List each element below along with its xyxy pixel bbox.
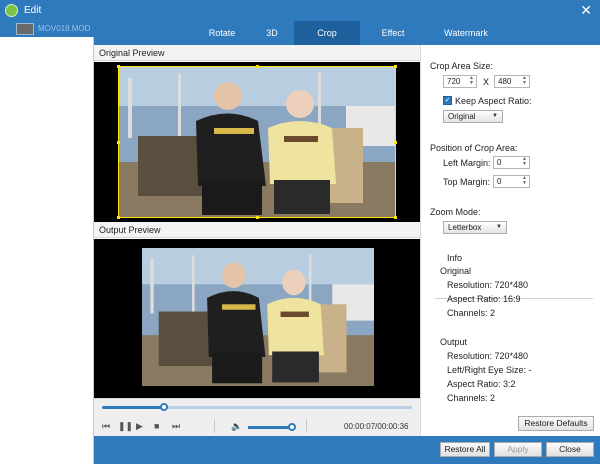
spinner-icon[interactable]: ▲ ▼ bbox=[522, 76, 527, 86]
tab-effect[interactable]: Effect bbox=[360, 21, 426, 45]
close-button[interactable]: Close bbox=[546, 442, 594, 457]
previous-icon[interactable]: ⏮ bbox=[102, 421, 110, 431]
crop-handle[interactable] bbox=[117, 65, 120, 68]
stop-icon[interactable]: ■ bbox=[154, 421, 159, 431]
output-resolution: Resolution: 720*480 bbox=[447, 351, 529, 361]
crop-height-value: 480 bbox=[498, 77, 512, 86]
seek-progress bbox=[102, 406, 164, 409]
time-readout: 00:00:07/00:00:36 bbox=[344, 422, 409, 431]
crop-handle[interactable] bbox=[256, 65, 259, 68]
output-preview-header: Output Preview bbox=[94, 222, 420, 238]
original-preview-header: Original Preview bbox=[94, 45, 420, 61]
output-preview bbox=[94, 239, 420, 398]
volume-icon[interactable]: 🔈 bbox=[231, 421, 242, 431]
left-margin-label: Left Margin: bbox=[443, 158, 491, 168]
window-title: Edit bbox=[24, 5, 42, 16]
seek-handle[interactable] bbox=[160, 403, 168, 411]
file-list: MOV018.MOD bbox=[0, 21, 94, 464]
output-info-label: Output bbox=[440, 337, 468, 347]
next-icon[interactable]: ⏭ bbox=[172, 421, 180, 431]
chevron-down-icon: ▼ bbox=[492, 113, 498, 119]
crop-handle[interactable] bbox=[117, 141, 120, 144]
zoom-mode-value: Letterbox bbox=[448, 223, 482, 232]
tab-crop[interactable]: Crop bbox=[294, 21, 360, 45]
output-channels: Channels: 2 bbox=[447, 393, 496, 403]
crop-width-value: 720 bbox=[447, 77, 461, 86]
player-controls: ⏮ ❚❚ ▶ ■ ⏭ 🔈 00:00:07/00:00:36 bbox=[94, 398, 420, 436]
divider bbox=[214, 419, 215, 433]
volume-level bbox=[248, 426, 292, 429]
original-resolution: Resolution: 720*480 bbox=[447, 280, 529, 290]
apply-button[interactable]: Apply bbox=[494, 442, 542, 457]
crop-height-field[interactable]: 480 ▲ ▼ bbox=[494, 75, 530, 88]
zoom-mode-label: Zoom Mode: bbox=[430, 207, 481, 217]
crop-handle[interactable] bbox=[256, 216, 259, 219]
output-eye-size: Left/Right Eye Size: - bbox=[447, 365, 532, 375]
play-icon[interactable]: ▶ bbox=[136, 421, 143, 431]
app-logo-icon bbox=[5, 4, 18, 17]
tab-watermark[interactable]: Watermark bbox=[426, 21, 506, 45]
crop-settings-panel: Crop Area Size: 720 ▲ ▼ X 480 ▲ ▼ ✓ Keep A… bbox=[420, 45, 600, 437]
crop-width-field[interactable]: 720 ▲ ▼ bbox=[443, 75, 477, 88]
aspect-ratio-dropdown[interactable]: Original ▼ bbox=[443, 110, 503, 123]
output-aspect-ratio: Aspect Ratio: 3:2 bbox=[447, 379, 516, 389]
top-margin-value: 0 bbox=[497, 177, 502, 186]
spinner-icon[interactable]: ▲ ▼ bbox=[522, 157, 527, 167]
crop-handle[interactable] bbox=[394, 141, 397, 144]
video-thumbnail bbox=[16, 23, 34, 35]
pause-icon[interactable]: ❚❚ bbox=[118, 421, 133, 431]
zoom-mode-dropdown[interactable]: Letterbox ▼ bbox=[443, 221, 507, 234]
top-margin-label: Top Margin: bbox=[443, 177, 491, 187]
info-section-label: Info bbox=[445, 253, 465, 263]
original-preview bbox=[94, 62, 420, 222]
volume-handle[interactable] bbox=[287, 423, 296, 431]
volume-slider[interactable] bbox=[248, 423, 296, 431]
bottom-action-bar: Restore All Apply Close bbox=[94, 436, 600, 464]
original-channels: Channels: 2 bbox=[447, 308, 496, 318]
spinner-icon[interactable]: ▲ ▼ bbox=[469, 76, 474, 86]
original-info-label: Original bbox=[440, 266, 472, 276]
keep-aspect-label: Keep Aspect Ratio: bbox=[455, 96, 532, 106]
title-bar: Edit ✕ bbox=[0, 0, 600, 21]
crop-handle[interactable] bbox=[394, 216, 397, 219]
crop-area-size-label: Crop Area Size: bbox=[430, 61, 494, 71]
output-video-frame bbox=[142, 248, 374, 386]
crop-handle[interactable] bbox=[394, 65, 397, 68]
tab-rotate[interactable]: Rotate bbox=[194, 21, 250, 45]
tab-bar: Rotate 3D Crop Effect Watermark bbox=[94, 21, 600, 45]
left-margin-value: 0 bbox=[497, 158, 502, 167]
divider bbox=[306, 419, 307, 433]
chevron-down-icon: ▼ bbox=[496, 224, 502, 230]
aspect-ratio-value: Original bbox=[448, 112, 476, 121]
restore-defaults-button[interactable]: Restore Defaults bbox=[518, 416, 594, 431]
seek-bar[interactable] bbox=[102, 403, 412, 411]
crop-handle[interactable] bbox=[117, 216, 120, 219]
keep-aspect-checkbox[interactable]: ✓ bbox=[443, 96, 452, 105]
crop-size-separator: X bbox=[483, 77, 490, 87]
tab-3d[interactable]: 3D bbox=[250, 21, 294, 45]
file-name: MOV018.MOD bbox=[38, 24, 91, 33]
close-icon[interactable]: ✕ bbox=[580, 2, 592, 18]
file-item[interactable]: MOV018.MOD bbox=[0, 21, 94, 37]
original-aspect-ratio: Aspect Ratio: 16:9 bbox=[447, 294, 521, 304]
restore-all-button[interactable]: Restore All bbox=[440, 442, 490, 457]
crop-frame[interactable] bbox=[118, 66, 396, 218]
top-margin-field[interactable]: 0 ▲ ▼ bbox=[493, 175, 530, 188]
left-margin-field[interactable]: 0 ▲ ▼ bbox=[493, 156, 530, 169]
crop-position-label: Position of Crop Area: bbox=[430, 143, 518, 153]
spinner-icon[interactable]: ▲ ▼ bbox=[522, 176, 527, 186]
